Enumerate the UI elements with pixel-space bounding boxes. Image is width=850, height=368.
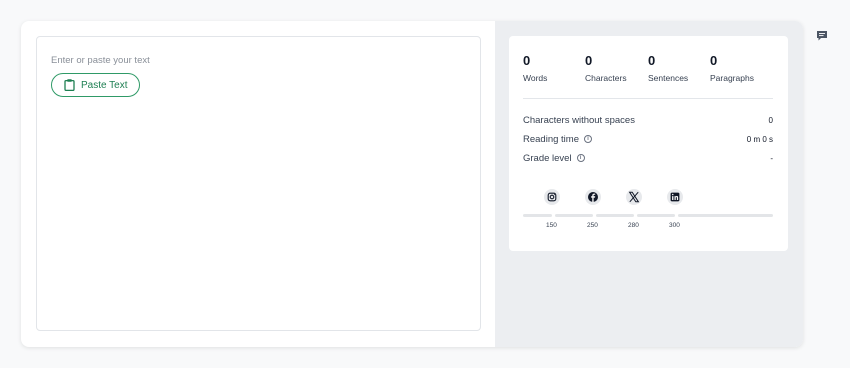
chars-without-spaces-row: Characters without spaces 0	[523, 113, 773, 127]
facebook-limit: 250	[587, 222, 598, 229]
feedback-icon[interactable]	[816, 30, 828, 41]
words-label: Words	[523, 73, 548, 83]
x-limit: 280	[628, 222, 639, 229]
linkedin-limit: 300	[669, 222, 680, 229]
words-count: 0 Words	[523, 53, 547, 84]
facebook-icon	[585, 189, 601, 205]
facebook-progress	[555, 214, 593, 217]
characters-label: Characters	[585, 73, 627, 83]
paragraphs-label: Paragraphs	[710, 73, 754, 83]
text-editor[interactable]: Enter or paste your text Paste Text	[36, 36, 481, 331]
characters-value: 0	[585, 53, 593, 68]
paste-text-label: Paste Text	[81, 79, 128, 91]
instagram-limit: 150	[546, 222, 557, 229]
reading-time-value: 0 m 0 s	[746, 134, 773, 144]
grade-level-value: -	[770, 153, 773, 163]
sentences-count: 0 Sentences	[648, 53, 688, 84]
paragraphs-count: 0 Paragraphs	[710, 53, 754, 84]
linkedin-icon	[667, 189, 683, 205]
info-icon[interactable]: i	[583, 135, 592, 143]
stats-divider	[523, 98, 773, 99]
x-icon	[626, 189, 642, 205]
stats-card: 0 Words 0 Characters 0 Sentences 0 Parag…	[509, 36, 788, 251]
paragraphs-value: 0	[710, 53, 718, 68]
progress-track-end	[678, 214, 773, 217]
reading-time-label: Reading time	[523, 133, 579, 145]
x-progress	[596, 214, 634, 217]
editor-placeholder: Enter or paste your text	[51, 55, 150, 66]
reading-time-row: Reading time i 0 m 0 s	[523, 132, 773, 146]
stats-panel: 0 Words 0 Characters 0 Sentences 0 Parag…	[495, 21, 803, 347]
linkedin-progress	[637, 214, 675, 217]
chars-without-spaces-value: 0	[768, 115, 773, 125]
text-counter-card: Enter or paste your text Paste Text 0 Wo…	[21, 21, 803, 347]
grade-level-label: Grade level	[523, 152, 572, 164]
sentences-value: 0	[648, 53, 656, 68]
counts-row: 0 Words 0 Characters 0 Sentences 0 Parag…	[523, 53, 773, 93]
sentences-label: Sentences	[648, 73, 689, 83]
chars-without-spaces-label: Characters without spaces	[523, 114, 635, 126]
characters-count: 0 Characters	[585, 53, 627, 84]
instagram-icon	[544, 189, 560, 205]
grade-level-row: Grade level i -	[523, 151, 773, 165]
paste-text-button[interactable]: Paste Text	[51, 73, 140, 97]
instagram-progress	[523, 214, 552, 217]
words-value: 0	[523, 53, 531, 68]
info-icon[interactable]: i	[576, 154, 585, 162]
clipboard-icon	[64, 79, 75, 91]
social-limits: 150 250 280 300	[523, 189, 773, 234]
